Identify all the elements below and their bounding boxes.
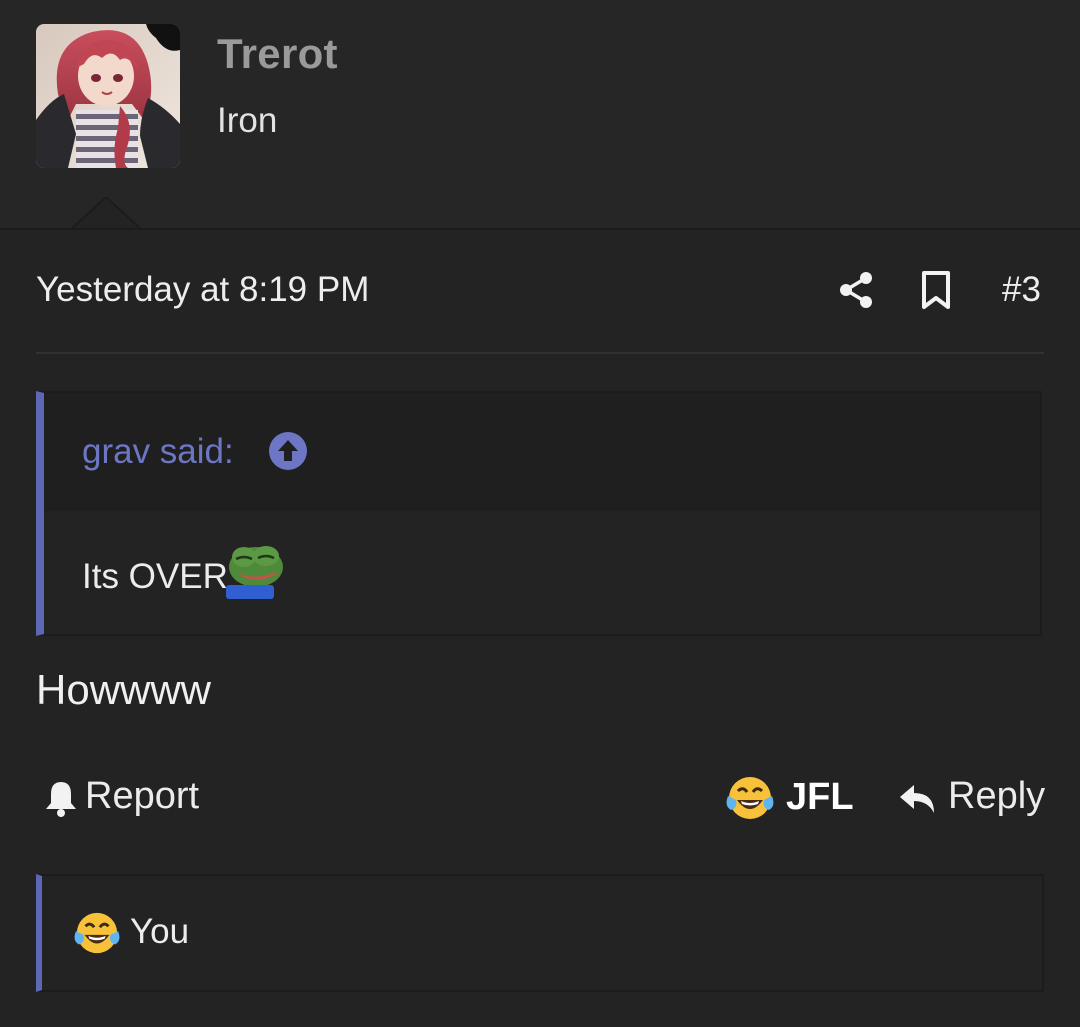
crying-laughing-emoji-icon — [74, 912, 120, 954]
post-user-header: Trerot Iron — [0, 0, 1080, 231]
quote-block: grav said: Its OVER — [36, 391, 1042, 636]
reply-label: Reply — [948, 775, 1046, 817]
report-label: Report — [85, 775, 200, 817]
reaction-summary[interactable]: You — [36, 874, 1044, 992]
reaction-jfl-label: JFL — [786, 776, 854, 818]
pointer-caret-icon — [70, 197, 142, 231]
username[interactable]: Trerot — [217, 30, 338, 78]
share-icon[interactable] — [838, 270, 874, 310]
meta-divider — [36, 352, 1044, 354]
crying-laughing-emoji-icon — [726, 777, 774, 819]
reaction-summary-label: You — [130, 912, 190, 951]
quote-text: Its OVER — [82, 557, 228, 596]
quote-header: grav said: — [44, 393, 1040, 511]
user-title: Iron — [217, 101, 278, 140]
pepe-sad-icon — [226, 546, 283, 599]
reply-arrow-icon — [900, 785, 934, 813]
post-body-text: Howwww — [36, 666, 212, 713]
quote-author[interactable]: grav said: — [82, 432, 234, 472]
bell-icon — [46, 782, 76, 817]
post-number-link[interactable]: #3 — [1002, 270, 1041, 310]
avatar[interactable] — [36, 24, 180, 168]
post-timestamp[interactable]: Yesterday at 8:19 PM — [36, 270, 369, 310]
arrow-up-circle-icon[interactable] — [268, 431, 308, 471]
header-divider — [0, 228, 1080, 230]
bookmark-icon[interactable] — [920, 270, 952, 310]
